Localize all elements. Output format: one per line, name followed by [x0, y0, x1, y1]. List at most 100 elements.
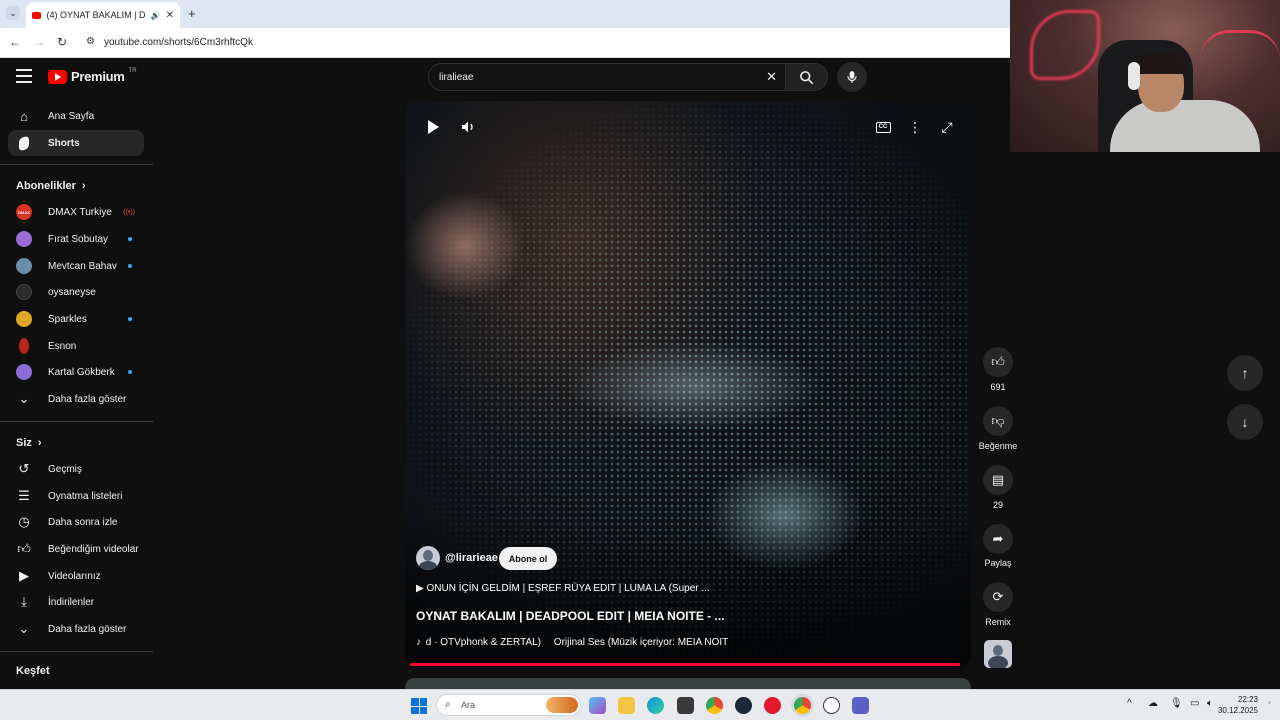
sidebar-item-watch-later[interactable]: ◷ Daha sonra izle	[8, 509, 144, 535]
new-tab-icon[interactable]: +	[188, 6, 196, 21]
url-field[interactable]: youtube.com/shorts/6Cm3rhftcQk	[104, 37, 253, 48]
cloud-icon[interactable]: ☁	[1148, 698, 1158, 709]
sidebar-divider	[0, 164, 153, 165]
channel-avatar: DMAX	[16, 204, 32, 220]
search-input[interactable]	[439, 69, 759, 85]
browser-tab[interactable]: (4) OYNAT BAKALIM | DEADPOOL 🔊 ✕	[26, 2, 180, 28]
sidebar-item-liked-videos[interactable]: 👍︎ Beğendiğim videolar	[8, 536, 144, 562]
speaker-icon[interactable]: 🔈︎	[1207, 698, 1213, 709]
show-hidden-icons-icon[interactable]: ^	[1127, 698, 1132, 709]
sidebar-item-downloads[interactable]: ⤓ İndirilenler	[8, 589, 144, 615]
reload-icon[interactable]: ↻	[57, 35, 67, 49]
microphone-icon[interactable]: 🎙︎	[1170, 698, 1183, 709]
address-bar: ← → ↻ ⚙ youtube.com/shorts/6Cm3rhftcQk	[0, 28, 1010, 58]
sidebar-subscription[interactable]: DMAX DMAX Turkiye ((•))	[8, 199, 144, 225]
dislike-button[interactable]: 👎︎	[983, 406, 1013, 436]
sidebar-divider	[0, 421, 153, 422]
channel-name[interactable]: @lirarieae	[445, 552, 498, 564]
channel-avatar	[19, 338, 29, 354]
play-icon[interactable]	[424, 118, 442, 136]
sidebar-item-label: İndirilenler	[48, 596, 95, 608]
sidebar-subscription[interactable]: oysaneyse	[8, 279, 144, 305]
watch-later-icon: ◷	[18, 514, 30, 529]
youtube-premium-logo[interactable]: Premium TR	[48, 67, 137, 84]
taskbar-search[interactable]: ⌕ Ara	[436, 694, 581, 716]
chrome-active-icon[interactable]	[794, 697, 811, 714]
section-title-text: Siz	[16, 437, 32, 449]
windows-start-icon[interactable]	[411, 698, 427, 714]
sidebar-subscription[interactable]: Esnon	[8, 333, 144, 359]
taskbar-clock[interactable]: 22:23 30.12.2025	[1218, 694, 1258, 716]
new-content-dot	[128, 317, 132, 321]
back-icon[interactable]: ←	[9, 35, 21, 49]
previous-short-button[interactable]: ↑	[1227, 355, 1263, 391]
opera-icon[interactable]	[764, 697, 781, 714]
sidebar-item-label: Ana Sayfa	[48, 110, 95, 122]
sidebar-item-your-videos[interactable]: ▶ Videolarınız	[8, 563, 144, 589]
tab-list-chevron-icon[interactable]: ⌄	[6, 6, 20, 20]
sidebar-subscription[interactable]: Kartal Gökberk	[8, 359, 144, 385]
notifications-icon[interactable]: ◦	[1268, 698, 1271, 707]
menu-icon[interactable]	[16, 69, 32, 83]
search-box[interactable]: ✕	[428, 63, 786, 91]
more-options-icon[interactable]: ⋮	[906, 118, 924, 136]
channel-avatar	[16, 258, 32, 274]
like-button[interactable]: 👍︎	[983, 347, 1013, 377]
tab-close-icon[interactable]: ✕	[166, 10, 174, 21]
file-explorer-icon[interactable]	[618, 697, 635, 714]
channel-avatar[interactable]	[416, 546, 440, 570]
tab-title: (4) OYNAT BAKALIM | DEADPOOL	[46, 10, 146, 20]
search-button[interactable]	[786, 63, 828, 91]
home-icon: ⌂	[20, 108, 28, 124]
site-info-icon[interactable]: ⚙	[86, 36, 95, 47]
sidebar-item-label: Fırat Sobutay	[48, 233, 109, 245]
audio-info[interactable]: ♪ d · OTVphonk & ZERTAL) Orijinal Ses (M…	[416, 637, 728, 648]
sidebar-show-more-subscriptions[interactable]: ⌄ Daha fazla göster	[8, 386, 144, 412]
subscribe-button[interactable]: Abone ol	[499, 547, 557, 570]
thumbs-up-icon: 👍︎	[991, 354, 1005, 369]
volume-icon[interactable]	[459, 118, 477, 136]
audio-source-thumbnail[interactable]	[984, 640, 1012, 668]
sidebar-item-label: Daha sonra izle	[48, 516, 118, 528]
chatgpt-icon[interactable]	[823, 697, 840, 714]
next-short-button[interactable]: ↓	[1227, 404, 1263, 440]
voice-search-button[interactable]	[837, 62, 867, 92]
sidebar-item-history[interactable]: ↺ Geçmiş	[8, 456, 144, 482]
sidebar-item-home[interactable]: ⌂ Ana Sayfa	[8, 103, 144, 129]
new-content-dot	[128, 370, 132, 374]
sidebar-item-shorts[interactable]: Shorts	[8, 130, 144, 156]
sidebar-subscription[interactable]: Sparkles	[8, 306, 144, 332]
store-icon[interactable]	[677, 697, 694, 714]
logo-text: Premium	[71, 69, 125, 84]
remix-icon: ⟳	[992, 589, 1004, 604]
remix-button[interactable]: ⟳	[983, 582, 1013, 612]
copilot-icon[interactable]	[589, 697, 606, 714]
channel-avatar	[16, 231, 32, 247]
short-title[interactable]: OYNAT BAKALIM | DEADPOOL EDIT | MEIA NOI…	[416, 609, 725, 623]
clear-search-icon[interactable]: ✕	[766, 69, 777, 85]
forward-icon[interactable]: →	[33, 35, 45, 49]
you-header[interactable]: Siz ›	[16, 437, 42, 449]
remix-label: Remix	[985, 617, 1011, 627]
comments-button[interactable]: ▤	[983, 465, 1013, 495]
captions-icon[interactable]: CC	[874, 118, 892, 136]
sidebar-item-label: Mevtcan Bahav	[48, 260, 117, 272]
sidebar-subscription[interactable]: Mevtcan Bahav	[8, 253, 144, 279]
sidebar-subscription[interactable]: Fırat Sobutay	[8, 226, 144, 252]
sidebar-show-more-you[interactable]: ⌄ Daha fazla göster	[8, 616, 144, 642]
teams-icon[interactable]	[852, 697, 869, 714]
edge-icon[interactable]	[647, 697, 664, 714]
sidebar-item-label: Esnon	[48, 340, 77, 352]
search-icon	[800, 71, 814, 85]
network-icon[interactable]: ▭	[1190, 698, 1199, 709]
chrome-icon[interactable]	[706, 697, 723, 714]
linked-video-link[interactable]: ▶ ONUN İÇİN GELDİM | EŞREF RÜYA EDIT | L…	[416, 583, 710, 594]
fullscreen-icon[interactable]: ⤢	[938, 118, 956, 136]
sidebar-item-playlists[interactable]: ☰ Oynatma listeleri	[8, 483, 144, 509]
playback-progress-bar[interactable]	[410, 663, 960, 666]
tab-audio-icon[interactable]: 🔊	[151, 11, 161, 20]
subscriptions-header[interactable]: Abonelikler ›	[16, 180, 86, 192]
logo-region: TR	[128, 67, 137, 74]
share-button[interactable]: ➦	[983, 524, 1013, 554]
steam-icon[interactable]	[735, 697, 752, 714]
